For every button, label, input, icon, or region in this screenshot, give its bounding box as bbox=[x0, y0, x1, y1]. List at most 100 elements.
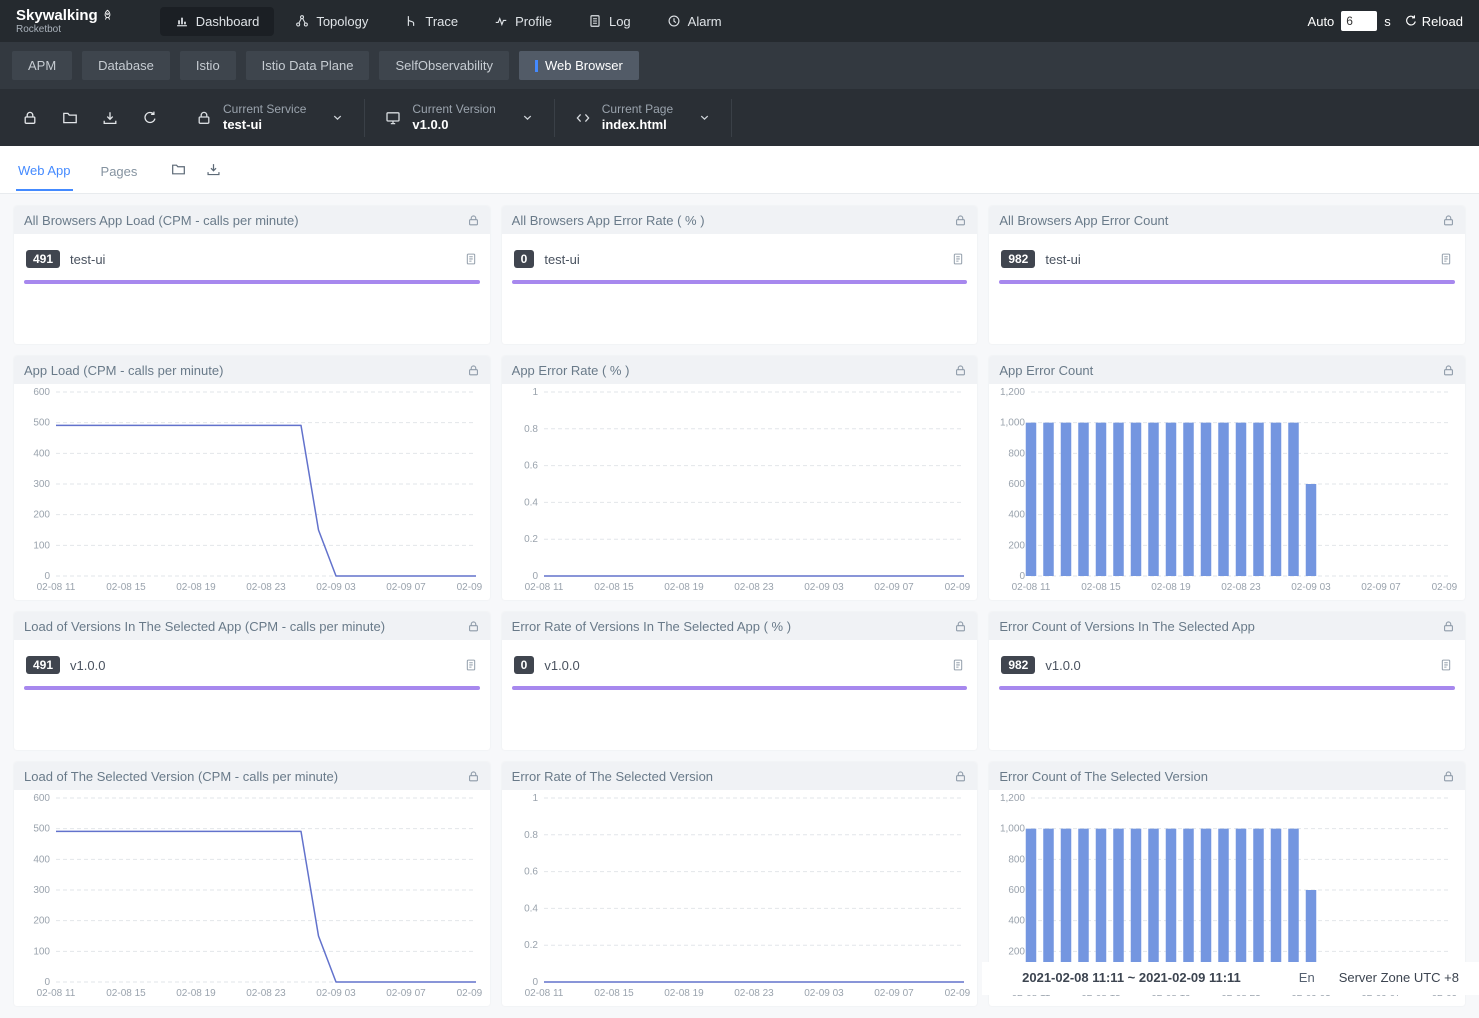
selector-value: index.html bbox=[602, 117, 673, 133]
panel-header: Error Rate of The Selected Version bbox=[502, 762, 978, 790]
profile-icon bbox=[494, 14, 508, 28]
svg-text:02-09 07: 02-09 07 bbox=[386, 582, 426, 593]
panel-header: Load of Versions In The Selected App (CP… bbox=[14, 612, 490, 640]
rocket-icon bbox=[101, 9, 114, 22]
nav-item-alarm[interactable]: Alarm bbox=[652, 7, 737, 36]
view-tab-icon-group bbox=[171, 162, 221, 177]
current-version-selector[interactable]: Current Version v1.0.0 bbox=[365, 99, 554, 137]
app-error-count-bar-chart: 02004006008001,0001,20002-08 1102-08 150… bbox=[991, 386, 1459, 596]
logo-title: Skywalking bbox=[16, 7, 98, 24]
lock-icon[interactable] bbox=[1442, 770, 1455, 783]
lock-icon[interactable] bbox=[954, 620, 967, 633]
lock-icon[interactable] bbox=[467, 620, 480, 633]
refresh-button[interactable] bbox=[142, 110, 158, 126]
panel-all-browsers-app-error-count: All Browsers App Error Count 982 test-ui bbox=[989, 206, 1465, 344]
app-logo[interactable]: Skywalking Rocketbot bbox=[16, 7, 114, 36]
metric-row: 982 v1.0.0 bbox=[989, 640, 1465, 684]
svg-text:02-08 23: 02-08 23 bbox=[1222, 582, 1262, 593]
svg-text:02-08 23: 02-08 23 bbox=[734, 582, 774, 593]
panel-app-load-chart: App Load (CPM - calls per minute) 010020… bbox=[14, 356, 490, 600]
time-range[interactable]: 2021-02-08 11:11 ~ 2021-02-09 11:11 bbox=[1022, 970, 1241, 985]
selector-value: test-ui bbox=[223, 117, 306, 133]
current-page-selector[interactable]: Current Page index.html bbox=[555, 99, 732, 137]
metric-value-badge: 491 bbox=[26, 250, 60, 268]
dashboard-tabs-bar: APM Database Istio Istio Data Plane Self… bbox=[0, 42, 1479, 89]
nav-item-trace[interactable]: Trace bbox=[389, 7, 473, 36]
lock-icon[interactable] bbox=[954, 214, 967, 227]
dashboard-tab-selfobservability[interactable]: SelfObservability bbox=[379, 51, 509, 80]
metric-name: v1.0.0 bbox=[1045, 658, 1429, 673]
alarm-icon bbox=[667, 14, 681, 28]
chevron-down-icon bbox=[698, 111, 711, 124]
svg-text:400: 400 bbox=[33, 854, 50, 865]
metric-underline bbox=[24, 686, 480, 690]
language-toggle[interactable]: En bbox=[1299, 970, 1315, 985]
panel-header: All Browsers App Load (CPM - calls per m… bbox=[14, 206, 490, 234]
tab-pages[interactable]: Pages bbox=[99, 149, 140, 190]
dashboard-tab-istio-data-plane[interactable]: Istio Data Plane bbox=[246, 51, 370, 80]
tab-label: APM bbox=[28, 58, 56, 73]
svg-text:02-09 07: 02-09 07 bbox=[386, 988, 426, 999]
dashboard-tab-apm[interactable]: APM bbox=[12, 51, 72, 80]
svg-text:02-09 11: 02-09 11 bbox=[457, 988, 484, 999]
lock-icon[interactable] bbox=[1442, 214, 1455, 227]
export-icon[interactable] bbox=[206, 162, 221, 177]
metric-name: v1.0.0 bbox=[70, 658, 454, 673]
trace-icon bbox=[404, 14, 418, 28]
nav-item-dashboard[interactable]: Dashboard bbox=[160, 7, 275, 36]
svg-text:02-08 19: 02-08 19 bbox=[1152, 582, 1192, 593]
lock-icon[interactable] bbox=[1442, 620, 1455, 633]
panel-title: App Error Count bbox=[999, 363, 1093, 378]
clipboard-icon[interactable] bbox=[951, 252, 965, 266]
clipboard-icon[interactable] bbox=[464, 658, 478, 672]
auto-interval-input[interactable] bbox=[1341, 11, 1377, 31]
svg-text:0.4: 0.4 bbox=[524, 497, 538, 508]
clipboard-icon[interactable] bbox=[1439, 252, 1453, 266]
svg-text:02-09 11: 02-09 11 bbox=[1432, 582, 1459, 593]
lock-icon[interactable] bbox=[467, 770, 480, 783]
server-zone: Server Zone UTC +8 bbox=[1339, 970, 1459, 985]
nav-item-log[interactable]: Log bbox=[573, 7, 646, 36]
svg-text:0.8: 0.8 bbox=[524, 424, 538, 435]
svg-text:100: 100 bbox=[33, 946, 50, 957]
folder-icon[interactable] bbox=[171, 162, 186, 177]
app-load-line-chart: 010020030040050060002-08 1102-08 1502-08… bbox=[16, 386, 484, 596]
svg-text:0.4: 0.4 bbox=[524, 903, 538, 914]
dashboard-icon bbox=[175, 14, 189, 28]
panel-header: App Load (CPM - calls per minute) bbox=[14, 356, 490, 384]
dashboard-tab-istio[interactable]: Istio bbox=[180, 51, 236, 80]
tab-label: Web Browser bbox=[545, 58, 623, 73]
clipboard-icon[interactable] bbox=[464, 252, 478, 266]
export-button[interactable] bbox=[102, 110, 118, 126]
metric-value-badge: 982 bbox=[1001, 656, 1035, 674]
svg-text:02-08 11: 02-08 11 bbox=[1012, 582, 1051, 593]
svg-text:600: 600 bbox=[1009, 885, 1026, 896]
svg-text:600: 600 bbox=[1009, 479, 1026, 490]
metric-name: test-ui bbox=[1045, 252, 1429, 267]
panel-header: All Browsers App Error Rate ( % ) bbox=[502, 206, 978, 234]
tab-label: SelfObservability bbox=[395, 58, 493, 73]
dashboard-tab-web-browser[interactable]: Web Browser bbox=[519, 51, 639, 80]
monitor-icon bbox=[385, 110, 401, 126]
tab-web-app[interactable]: Web App bbox=[16, 148, 73, 191]
clipboard-icon[interactable] bbox=[1439, 658, 1453, 672]
selected-version-load-line-chart: 010020030040050060002-08 1102-08 1502-08… bbox=[16, 792, 484, 1002]
svg-text:02-09 07: 02-09 07 bbox=[874, 988, 914, 999]
lock-icon[interactable] bbox=[954, 364, 967, 377]
nav-item-topology[interactable]: Topology bbox=[280, 7, 383, 36]
lock-icon[interactable] bbox=[1442, 364, 1455, 377]
clipboard-icon[interactable] bbox=[951, 658, 965, 672]
import-button[interactable] bbox=[62, 110, 78, 126]
footer-bar: 2021-02-08 11:11 ~ 2021-02-09 11:11 En S… bbox=[982, 962, 1479, 995]
lock-icon[interactable] bbox=[954, 770, 967, 783]
current-service-selector[interactable]: Current Service test-ui bbox=[176, 99, 365, 137]
panel-header: Error Rate of Versions In The Selected A… bbox=[502, 612, 978, 640]
reload-button[interactable]: Reload bbox=[1404, 14, 1463, 29]
lock-icon[interactable] bbox=[467, 214, 480, 227]
dashboard-tab-database[interactable]: Database bbox=[82, 51, 170, 80]
lock-icon[interactable] bbox=[467, 364, 480, 377]
nav-item-profile[interactable]: Profile bbox=[479, 7, 567, 36]
metric-underline bbox=[24, 280, 480, 284]
view-tabs-bar: Web App Pages bbox=[0, 146, 1479, 194]
lock-edit-button[interactable] bbox=[22, 110, 38, 126]
